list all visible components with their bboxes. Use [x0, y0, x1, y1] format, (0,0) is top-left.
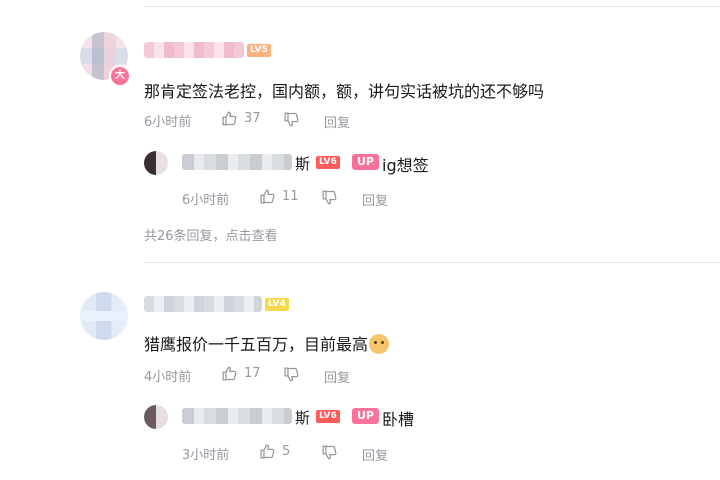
reply-username-fragment: 斯	[295, 155, 311, 173]
reply-like-icon[interactable]	[259, 188, 276, 205]
reply-like-icon[interactable]	[259, 443, 276, 460]
reply-button[interactable]: 回复	[324, 112, 350, 131]
comment-text: 猎鹰报价一千五百万，目前最高	[144, 331, 390, 355]
reply-level-badge: LV6	[316, 156, 340, 169]
reply-username-redacted[interactable]	[182, 154, 292, 170]
level-badge: LV5	[247, 44, 271, 57]
reply-dislike-icon[interactable]	[321, 189, 338, 206]
reply-level-badge: LV6	[316, 410, 340, 423]
vip-badge-icon: 大	[109, 65, 131, 87]
reply-time: 6小时前	[182, 193, 230, 208]
reply-reply-button[interactable]: 回复	[362, 445, 388, 464]
reply-reply-button[interactable]: 回复	[362, 190, 388, 209]
top-divider	[144, 6, 720, 7]
view-more-replies[interactable]: 共26条回复，点击查看	[144, 225, 278, 244]
up-badge: UP	[352, 408, 379, 424]
like-icon[interactable]	[221, 110, 238, 127]
like-icon[interactable]	[221, 365, 238, 382]
reply-avatar[interactable]	[144, 151, 168, 175]
like-count: 37	[244, 111, 261, 126]
username-redacted[interactable]	[144, 296, 262, 312]
reply-like-count: 5	[282, 444, 291, 459]
level-badge: LV4	[265, 298, 289, 311]
reply-dislike-icon[interactable]	[321, 444, 338, 461]
reply-button[interactable]: 回复	[324, 367, 350, 386]
reply-like-count: 11	[282, 189, 299, 204]
comment-divider	[144, 262, 720, 263]
like-count: 17	[244, 366, 261, 381]
doge-emoji-icon	[369, 334, 390, 354]
comment-text: 那肯定签法老控，国内额，额，讲句实话被坑的还不够吗	[144, 82, 545, 101]
reply-username-fragment: 斯	[295, 409, 311, 427]
dislike-icon[interactable]	[283, 366, 300, 383]
reply-time: 3小时前	[182, 448, 230, 463]
up-badge: UP	[352, 154, 379, 170]
username-redacted[interactable]	[144, 42, 244, 58]
avatar[interactable]	[80, 292, 128, 340]
reply-avatar[interactable]	[144, 405, 168, 429]
reply-username-redacted[interactable]	[182, 408, 292, 424]
comment-text-value: 猎鹰报价一千五百万，目前最高	[144, 335, 369, 354]
comment-time: 4小时前	[144, 370, 192, 385]
comment-time: 6小时前	[144, 115, 192, 130]
dislike-icon[interactable]	[283, 111, 300, 128]
reply-text: 卧槽	[382, 410, 415, 429]
reply-text: ig想签	[382, 156, 429, 175]
